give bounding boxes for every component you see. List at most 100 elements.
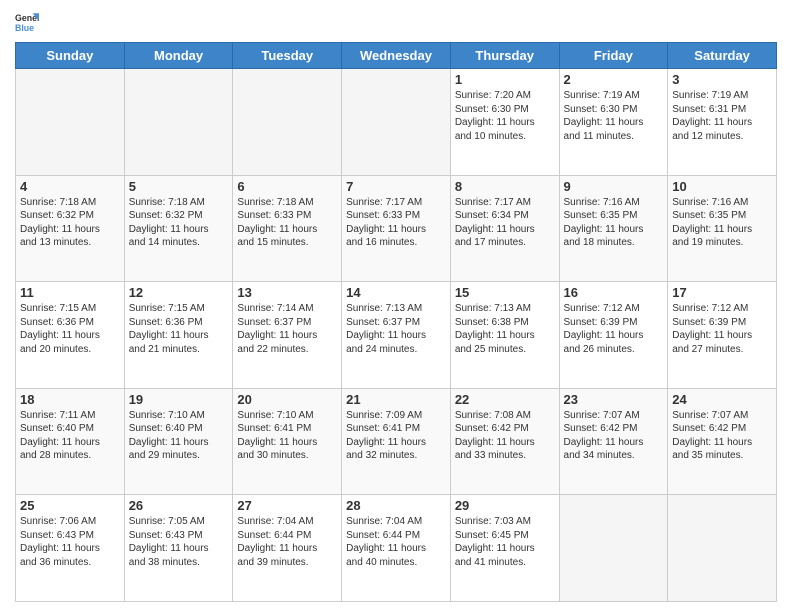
weekday-header-wednesday: Wednesday xyxy=(342,43,451,69)
day-info: Sunrise: 7:17 AM Sunset: 6:34 PM Dayligh… xyxy=(455,196,555,250)
day-number: 24 xyxy=(672,392,772,407)
calendar-cell: 24 Sunrise: 7:07 AM Sunset: 6:42 PM Dayli… xyxy=(668,388,777,495)
calendar-cell: 2 Sunrise: 7:19 AM Sunset: 6:30 PM Daylig… xyxy=(559,69,668,176)
day-number: 6 xyxy=(237,179,337,194)
svg-text:Blue: Blue xyxy=(15,23,34,33)
logo: General Blue xyxy=(15,10,43,34)
weekday-header-saturday: Saturday xyxy=(668,43,777,69)
weekday-header-friday: Friday xyxy=(559,43,668,69)
day-number: 19 xyxy=(129,392,229,407)
calendar-cell: 16 Sunrise: 7:12 AM Sunset: 6:39 PM Dayli… xyxy=(559,282,668,389)
calendar-cell: 4Sunrise: 7:18 AM Sunset: 6:32 PM Daylig… xyxy=(16,175,125,282)
weekday-header-tuesday: Tuesday xyxy=(233,43,342,69)
day-info: Sunrise: 7:15 AM Sunset: 6:36 PM Dayligh… xyxy=(20,302,120,356)
calendar-cell xyxy=(668,495,777,602)
day-info: Sunrise: 7:08 AM Sunset: 6:42 PM Dayligh… xyxy=(455,409,555,463)
day-number: 20 xyxy=(237,392,337,407)
day-info: Sunrise: 7:07 AM Sunset: 6:42 PM Dayligh… xyxy=(672,409,772,463)
day-number: 23 xyxy=(564,392,664,407)
day-number: 15 xyxy=(455,285,555,300)
calendar-cell: 21 Sunrise: 7:09 AM Sunset: 6:41 PM Dayli… xyxy=(342,388,451,495)
header: General Blue xyxy=(15,10,777,34)
page: General Blue SundayMondayTuesdayWednesda… xyxy=(0,0,792,612)
weekday-header-monday: Monday xyxy=(124,43,233,69)
day-info: Sunrise: 7:15 AM Sunset: 6:36 PM Dayligh… xyxy=(129,302,229,356)
day-number: 27 xyxy=(237,498,337,513)
calendar-cell: 12Sunrise: 7:15 AM Sunset: 6:36 PM Dayli… xyxy=(124,282,233,389)
calendar-week-row: 11 Sunrise: 7:15 AM Sunset: 6:36 PM Dayli… xyxy=(16,282,777,389)
calendar-cell: 15 Sunrise: 7:13 AM Sunset: 6:38 PM Dayli… xyxy=(450,282,559,389)
calendar-cell: 9Sunrise: 7:16 AM Sunset: 6:35 PM Daylig… xyxy=(559,175,668,282)
day-info: Sunrise: 7:03 AM Sunset: 6:45 PM Dayligh… xyxy=(455,515,555,569)
calendar-cell: 14 Sunrise: 7:13 AM Sunset: 6:37 PM Dayli… xyxy=(342,282,451,389)
day-info: Sunrise: 7:18 AM Sunset: 6:33 PM Dayligh… xyxy=(237,196,337,250)
calendar-cell: 19 Sunrise: 7:10 AM Sunset: 6:40 PM Dayli… xyxy=(124,388,233,495)
day-info: Sunrise: 7:06 AM Sunset: 6:43 PM Dayligh… xyxy=(20,515,120,569)
day-number: 10 xyxy=(672,179,772,194)
calendar-cell: 20 Sunrise: 7:10 AM Sunset: 6:41 PM Dayli… xyxy=(233,388,342,495)
day-number: 9 xyxy=(564,179,664,194)
calendar-cell: 11 Sunrise: 7:15 AM Sunset: 6:36 PM Dayli… xyxy=(16,282,125,389)
day-number: 5 xyxy=(129,179,229,194)
calendar-cell: 8 Sunrise: 7:17 AM Sunset: 6:34 PM Daylig… xyxy=(450,175,559,282)
day-info: Sunrise: 7:13 AM Sunset: 6:38 PM Dayligh… xyxy=(455,302,555,356)
day-info: Sunrise: 7:12 AM Sunset: 6:39 PM Dayligh… xyxy=(672,302,772,356)
day-info: Sunrise: 7:11 AM Sunset: 6:40 PM Dayligh… xyxy=(20,409,120,463)
weekday-header-thursday: Thursday xyxy=(450,43,559,69)
calendar-cell: 18 Sunrise: 7:11 AM Sunset: 6:40 PM Dayli… xyxy=(16,388,125,495)
day-number: 28 xyxy=(346,498,446,513)
day-info: Sunrise: 7:18 AM Sunset: 6:32 PM Dayligh… xyxy=(20,196,120,250)
day-number: 8 xyxy=(455,179,555,194)
day-info: Sunrise: 7:10 AM Sunset: 6:40 PM Dayligh… xyxy=(129,409,229,463)
calendar-week-row: 25 Sunrise: 7:06 AM Sunset: 6:43 PM Dayli… xyxy=(16,495,777,602)
day-info: Sunrise: 7:18 AM Sunset: 6:32 PM Dayligh… xyxy=(129,196,229,250)
day-number: 16 xyxy=(564,285,664,300)
calendar-cell: 22 Sunrise: 7:08 AM Sunset: 6:42 PM Dayli… xyxy=(450,388,559,495)
day-info: Sunrise: 7:12 AM Sunset: 6:39 PM Dayligh… xyxy=(564,302,664,356)
calendar-cell xyxy=(559,495,668,602)
calendar-cell: 17 Sunrise: 7:12 AM Sunset: 6:39 PM Dayli… xyxy=(668,282,777,389)
day-number: 18 xyxy=(20,392,120,407)
day-number: 2 xyxy=(564,72,664,87)
day-number: 22 xyxy=(455,392,555,407)
calendar-cell: 28Sunrise: 7:04 AM Sunset: 6:44 PM Dayli… xyxy=(342,495,451,602)
weekday-header-sunday: Sunday xyxy=(16,43,125,69)
day-number: 3 xyxy=(672,72,772,87)
day-info: Sunrise: 7:14 AM Sunset: 6:37 PM Dayligh… xyxy=(237,302,337,356)
day-number: 1 xyxy=(455,72,555,87)
day-info: Sunrise: 7:13 AM Sunset: 6:37 PM Dayligh… xyxy=(346,302,446,356)
day-number: 21 xyxy=(346,392,446,407)
day-info: Sunrise: 7:19 AM Sunset: 6:30 PM Dayligh… xyxy=(564,89,664,143)
day-number: 26 xyxy=(129,498,229,513)
day-info: Sunrise: 7:16 AM Sunset: 6:35 PM Dayligh… xyxy=(672,196,772,250)
day-info: Sunrise: 7:05 AM Sunset: 6:43 PM Dayligh… xyxy=(129,515,229,569)
day-number: 13 xyxy=(237,285,337,300)
calendar-cell: 23Sunrise: 7:07 AM Sunset: 6:42 PM Dayli… xyxy=(559,388,668,495)
calendar-cell: 1 Sunrise: 7:20 AM Sunset: 6:30 PM Daylig… xyxy=(450,69,559,176)
day-info: Sunrise: 7:04 AM Sunset: 6:44 PM Dayligh… xyxy=(237,515,337,569)
calendar-cell xyxy=(342,69,451,176)
calendar-cell: 26 Sunrise: 7:05 AM Sunset: 6:43 PM Dayli… xyxy=(124,495,233,602)
day-number: 11 xyxy=(20,285,120,300)
calendar-cell: 5 Sunrise: 7:18 AM Sunset: 6:32 PM Daylig… xyxy=(124,175,233,282)
day-info: Sunrise: 7:20 AM Sunset: 6:30 PM Dayligh… xyxy=(455,89,555,143)
day-number: 7 xyxy=(346,179,446,194)
calendar-cell xyxy=(124,69,233,176)
calendar-cell: 3 Sunrise: 7:19 AM Sunset: 6:31 PM Daylig… xyxy=(668,69,777,176)
day-number: 14 xyxy=(346,285,446,300)
calendar-week-row: 1 Sunrise: 7:20 AM Sunset: 6:30 PM Daylig… xyxy=(16,69,777,176)
day-info: Sunrise: 7:10 AM Sunset: 6:41 PM Dayligh… xyxy=(237,409,337,463)
day-info: Sunrise: 7:09 AM Sunset: 6:41 PM Dayligh… xyxy=(346,409,446,463)
day-info: Sunrise: 7:19 AM Sunset: 6:31 PM Dayligh… xyxy=(672,89,772,143)
calendar-table: SundayMondayTuesdayWednesdayThursdayFrid… xyxy=(15,42,777,602)
calendar-cell: 10 Sunrise: 7:16 AM Sunset: 6:35 PM Dayli… xyxy=(668,175,777,282)
day-number: 17 xyxy=(672,285,772,300)
calendar-cell: 13 Sunrise: 7:14 AM Sunset: 6:37 PM Dayli… xyxy=(233,282,342,389)
calendar-week-row: 18 Sunrise: 7:11 AM Sunset: 6:40 PM Dayli… xyxy=(16,388,777,495)
weekday-header-row: SundayMondayTuesdayWednesdayThursdayFrid… xyxy=(16,43,777,69)
calendar-cell: 6 Sunrise: 7:18 AM Sunset: 6:33 PM Daylig… xyxy=(233,175,342,282)
calendar-week-row: 4Sunrise: 7:18 AM Sunset: 6:32 PM Daylig… xyxy=(16,175,777,282)
day-number: 25 xyxy=(20,498,120,513)
logo-icon: General Blue xyxy=(15,10,39,34)
calendar-cell: 29Sunrise: 7:03 AM Sunset: 6:45 PM Dayli… xyxy=(450,495,559,602)
